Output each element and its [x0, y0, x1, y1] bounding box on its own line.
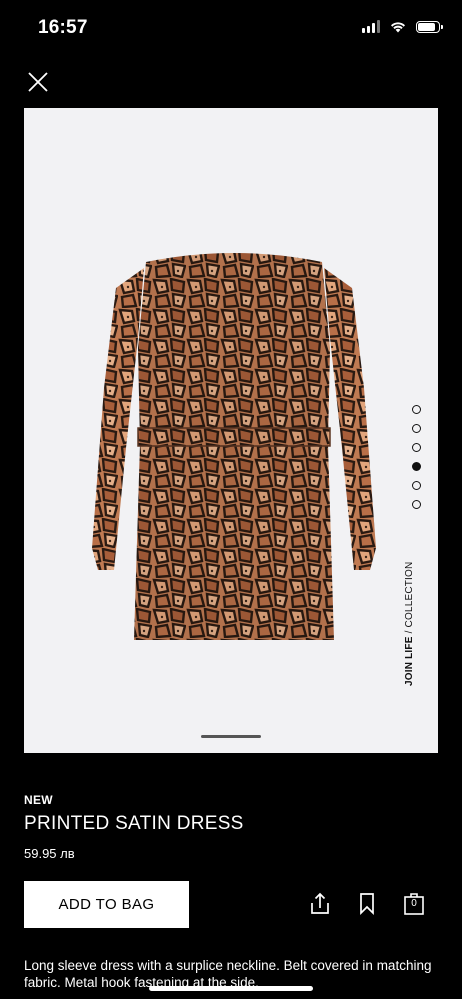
collection-label: JOIN LIFE / COLLECTION	[404, 562, 415, 686]
product-price: 59.95 лв	[24, 846, 75, 861]
bookmark-icon	[360, 893, 374, 916]
carousel-dot-active[interactable]	[412, 462, 421, 471]
new-badge: NEW	[24, 793, 53, 807]
product-image	[92, 253, 376, 640]
share-button[interactable]	[307, 891, 333, 917]
battery-icon	[416, 20, 443, 33]
wifi-icon	[391, 21, 405, 32]
carousel-dot[interactable]	[412, 424, 421, 433]
collection-label-rest: / COLLECTION	[404, 561, 415, 637]
carousel-dot[interactable]	[412, 443, 421, 452]
status-icons	[362, 20, 443, 33]
add-to-bag-button[interactable]: ADD TO BAG	[24, 881, 189, 928]
bookmark-button[interactable]	[354, 891, 380, 917]
collection-label-bold: JOIN LIFE	[404, 636, 415, 686]
product-title: PRINTED SATIN DRESS	[24, 813, 244, 834]
carousel-dots	[412, 405, 421, 509]
carousel-dot[interactable]	[412, 405, 421, 414]
carousel-dot[interactable]	[412, 481, 421, 490]
bag-count: 0	[411, 898, 417, 909]
cellular-signal-icon	[362, 20, 380, 33]
bag-button[interactable]: 0	[401, 891, 427, 917]
close-button[interactable]	[26, 70, 50, 94]
status-time: 16:57	[38, 17, 88, 38]
status-bar: 16:57	[0, 0, 462, 58]
scroll-indicator	[201, 735, 261, 738]
product-image-gallery[interactable]: JOIN LIFE / COLLECTION	[24, 108, 438, 753]
share-icon	[311, 892, 329, 914]
battery-level	[418, 22, 435, 31]
close-icon	[28, 72, 48, 92]
home-indicator[interactable]	[149, 986, 313, 991]
carousel-dot[interactable]	[412, 500, 421, 509]
